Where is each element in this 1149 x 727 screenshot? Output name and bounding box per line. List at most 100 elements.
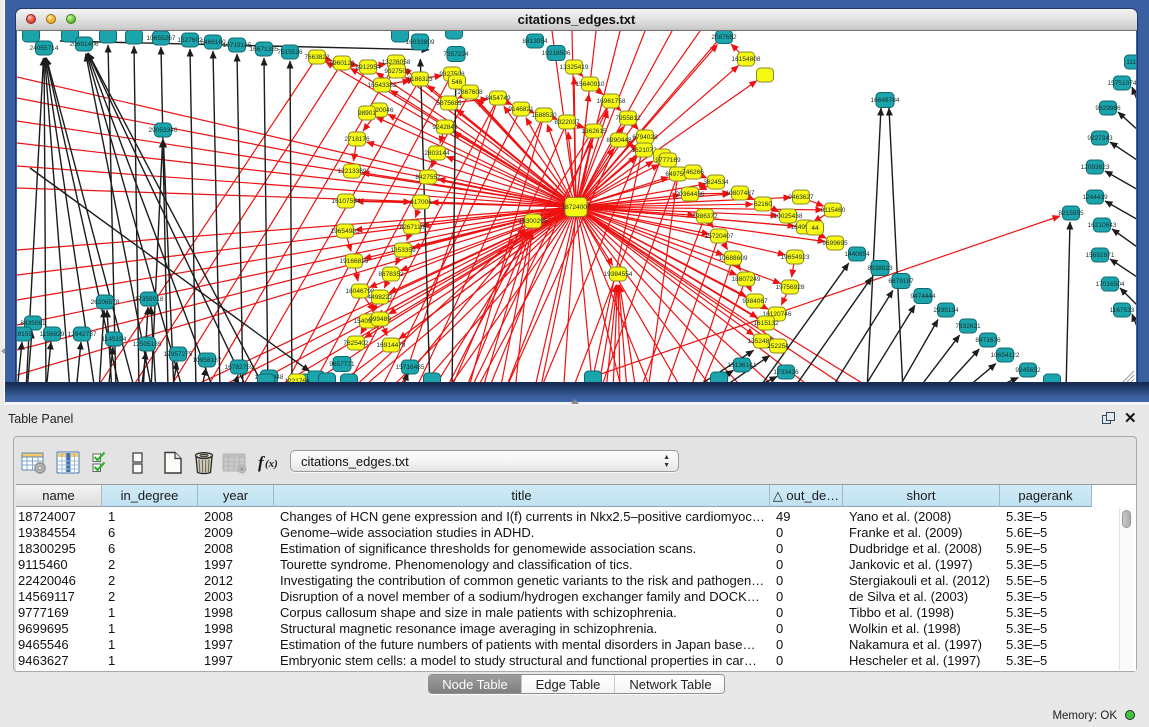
svg-text:8912954: 8912954	[355, 64, 381, 71]
svg-text:16671385: 16671385	[250, 46, 279, 53]
svg-text:1527602: 1527602	[177, 37, 203, 44]
svg-text:12093823: 12093823	[1081, 164, 1110, 171]
svg-text:3624534: 3624534	[703, 179, 729, 186]
svg-text:17957275: 17957275	[164, 351, 193, 358]
svg-text:19654983: 19654983	[331, 228, 360, 235]
svg-text:4498222: 4498222	[367, 294, 393, 301]
svg-text:44: 44	[811, 225, 819, 232]
svg-text:7663822: 7663822	[304, 54, 330, 61]
svg-text:252254: 252254	[767, 343, 789, 350]
svg-text:24055714: 24055714	[30, 45, 59, 52]
svg-text:7625402: 7625402	[343, 340, 369, 347]
svg-text:8454749: 8454749	[485, 95, 511, 102]
svg-text:19384554: 19384554	[604, 271, 633, 278]
svg-text:16033809: 16033809	[406, 39, 435, 46]
svg-text:1145194: 1145194	[102, 336, 127, 343]
svg-text:15751074: 15751074	[1108, 80, 1136, 87]
svg-text:18807249: 18807249	[732, 276, 761, 283]
svg-text:1733426: 1733426	[773, 369, 799, 376]
svg-text:9699695: 9699695	[822, 240, 848, 247]
svg-text:2867608: 2867608	[457, 89, 483, 96]
svg-text:8813054: 8813054	[522, 38, 548, 45]
svg-text:746266: 746266	[682, 169, 704, 176]
svg-text:8427552: 8427552	[415, 174, 441, 181]
svg-text:15136141: 15136141	[728, 362, 757, 369]
svg-text:8435061: 8435061	[20, 320, 46, 327]
svg-text:18300295: 18300295	[519, 218, 548, 225]
svg-text:5875685: 5875685	[436, 100, 462, 107]
svg-text:10719185: 10719185	[223, 42, 252, 49]
svg-text:9327503: 9327503	[384, 68, 410, 75]
svg-text:2087682: 2087682	[711, 34, 737, 41]
svg-text:16154808: 16154808	[732, 56, 761, 63]
svg-text:15640910: 15640910	[576, 81, 605, 88]
svg-text:8938923: 8938923	[867, 265, 893, 272]
svg-text:98901: 98901	[358, 110, 376, 117]
svg-text:16210643: 16210643	[1088, 222, 1117, 229]
svg-text:(x): (x)	[265, 458, 278, 470]
svg-text:8471676: 8471676	[975, 337, 1001, 344]
svg-text:1440954: 1440954	[844, 251, 870, 258]
svg-text:8186323: 8186323	[407, 76, 433, 83]
svg-text:7357224: 7357224	[443, 51, 469, 58]
svg-text:12942737: 12942737	[68, 331, 97, 338]
svg-text:19654923: 19654923	[781, 254, 810, 261]
svg-text:617006: 617006	[410, 199, 432, 206]
svg-text:546: 546	[452, 79, 463, 86]
svg-text:16107554: 16107554	[332, 198, 361, 205]
svg-text:26206578: 26206578	[91, 299, 120, 306]
svg-text:6794028: 6794028	[632, 134, 658, 141]
svg-text:13325419: 13325419	[560, 64, 589, 71]
svg-text:9227343: 9227343	[1087, 135, 1113, 142]
svg-text:10688609: 10688609	[719, 255, 748, 262]
svg-text:15716485: 15716485	[396, 364, 425, 371]
svg-text:7632621: 7632621	[955, 323, 981, 330]
svg-text:20691406: 20691406	[70, 41, 99, 48]
svg-text:1167533: 1167533	[1110, 307, 1135, 314]
svg-text:099489: 099489	[369, 316, 391, 323]
svg-text:10654122: 10654122	[991, 352, 1020, 359]
svg-text:17016504: 17016504	[1096, 281, 1125, 288]
svg-text:9474444: 9474444	[910, 293, 936, 300]
svg-text:1353359: 1353359	[390, 247, 416, 254]
svg-text:10958187: 10958187	[193, 357, 222, 364]
svg-text:1244419: 1244419	[1082, 194, 1108, 201]
svg-text:9242848: 9242848	[432, 124, 458, 131]
svg-text:18724007: 18724007	[562, 204, 591, 211]
svg-text:15692971: 15692971	[1086, 252, 1115, 259]
svg-text:19166829: 19166829	[340, 258, 369, 265]
svg-text:8215955: 8215955	[1058, 210, 1084, 217]
svg-text:16914479: 16914479	[377, 342, 406, 349]
svg-text:10025438: 10025438	[774, 213, 803, 220]
svg-text:12505135: 12505135	[133, 341, 162, 348]
svg-text:39159: 39159	[17, 331, 32, 338]
svg-text:16648784: 16648784	[871, 97, 900, 104]
svg-text:7955812: 7955812	[615, 115, 641, 122]
svg-text:9146821: 9146821	[508, 106, 534, 113]
svg-text:8267110: 8267110	[400, 224, 425, 231]
svg-text:10655267: 10655267	[147, 35, 176, 42]
svg-text:2935134: 2935134	[933, 307, 959, 314]
svg-text:19218506: 19218506	[542, 50, 571, 57]
svg-text:9245652: 9245652	[1015, 367, 1041, 374]
svg-text:16782759: 16782759	[225, 364, 254, 371]
svg-text:8960123: 8960123	[329, 60, 355, 67]
svg-text:15720407: 15720407	[705, 233, 734, 240]
svg-text:8678352: 8678352	[378, 271, 404, 278]
svg-text:9463627: 9463627	[788, 194, 814, 201]
svg-text:10807487: 10807487	[726, 190, 755, 197]
svg-text:1112: 1112	[1126, 59, 1136, 66]
svg-text:16961758: 16961758	[597, 98, 626, 105]
svg-text:7986372: 7986372	[692, 213, 718, 220]
svg-text:2803144: 2803144	[424, 150, 450, 157]
svg-text:1615132: 1615132	[753, 320, 779, 327]
svg-text:2718176: 2718176	[344, 136, 370, 143]
svg-text:17359918: 17359918	[135, 296, 164, 303]
svg-text:9384067: 9384067	[742, 298, 768, 305]
svg-text:16543382: 16543382	[368, 82, 397, 89]
svg-text:9115460: 9115460	[821, 207, 846, 214]
svg-text:19756928: 19756928	[776, 284, 805, 291]
svg-text:1156829: 1156829	[40, 331, 65, 338]
svg-text:8990448: 8990448	[606, 137, 632, 144]
svg-text:12213389: 12213389	[338, 168, 367, 175]
